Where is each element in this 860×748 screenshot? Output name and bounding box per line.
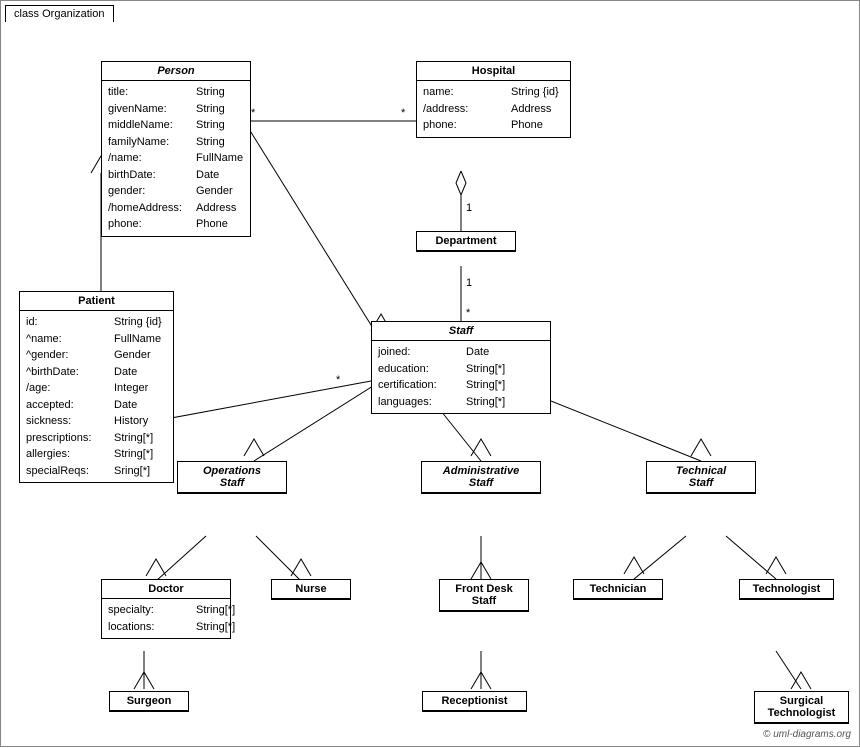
administrative-staff-box: Administrative Staff xyxy=(421,461,541,494)
person-title: Person xyxy=(102,62,250,81)
receptionist-box: Receptionist xyxy=(422,691,527,712)
hospital-attrs: name:String {id} /address:Address phone:… xyxy=(417,81,570,137)
doctor-title: Doctor xyxy=(102,580,230,599)
surgical-technologist-box: Surgical Technologist xyxy=(754,691,849,724)
technologist-box: Technologist xyxy=(739,579,834,600)
staff-title: Staff xyxy=(372,322,550,341)
technologist-title: Technologist xyxy=(740,580,833,599)
copyright-text: © uml-diagrams.org xyxy=(763,729,851,740)
department-title: Department xyxy=(417,232,515,251)
patient-title: Patient xyxy=(20,292,173,311)
patient-box: Patient id:String {id} ^name:FullName ^g… xyxy=(19,291,174,483)
technician-title: Technician xyxy=(574,580,662,599)
svg-text:1: 1 xyxy=(466,277,472,289)
staff-attrs: joined:Date education:String[*] certific… xyxy=(372,341,550,413)
surgical-technologist-title: Surgical Technologist xyxy=(755,692,848,723)
department-box: Department xyxy=(416,231,516,252)
svg-text:*: * xyxy=(401,107,406,119)
staff-box: Staff joined:Date education:String[*] ce… xyxy=(371,321,551,414)
doctor-attrs: specialty:String[*] locations:String[*] xyxy=(102,599,230,638)
nurse-title: Nurse xyxy=(272,580,350,599)
nurse-box: Nurse xyxy=(271,579,351,600)
diagram-container: class Organization * * 1 * 1 * xyxy=(0,0,860,747)
svg-text:1: 1 xyxy=(466,202,472,214)
patient-attrs: id:String {id} ^name:FullName ^gender:Ge… xyxy=(20,311,173,482)
person-attrs: title:String givenName:String middleName… xyxy=(102,81,250,236)
operations-staff-box: Operations Staff xyxy=(177,461,287,494)
hospital-box: Hospital name:String {id} /address:Addre… xyxy=(416,61,571,138)
receptionist-title: Receptionist xyxy=(423,692,526,711)
operations-staff-title: Operations Staff xyxy=(178,462,286,493)
doctor-box: Doctor specialty:String[*] locations:Str… xyxy=(101,579,231,639)
svg-text:*: * xyxy=(466,307,471,319)
diagram-title: class Organization xyxy=(5,5,114,22)
front-desk-staff-box: Front Desk Staff xyxy=(439,579,529,612)
front-desk-staff-title: Front Desk Staff xyxy=(440,580,528,611)
technician-box: Technician xyxy=(573,579,663,600)
technical-staff-box: Technical Staff xyxy=(646,461,756,494)
technical-staff-title: Technical Staff xyxy=(647,462,755,493)
svg-text:*: * xyxy=(251,107,256,119)
person-box: Person title:String givenName:String mid… xyxy=(101,61,251,237)
surgeon-box: Surgeon xyxy=(109,691,189,712)
surgeon-title: Surgeon xyxy=(110,692,188,711)
administrative-staff-title: Administrative Staff xyxy=(422,462,540,493)
svg-text:*: * xyxy=(336,374,341,386)
hospital-title: Hospital xyxy=(417,62,570,81)
